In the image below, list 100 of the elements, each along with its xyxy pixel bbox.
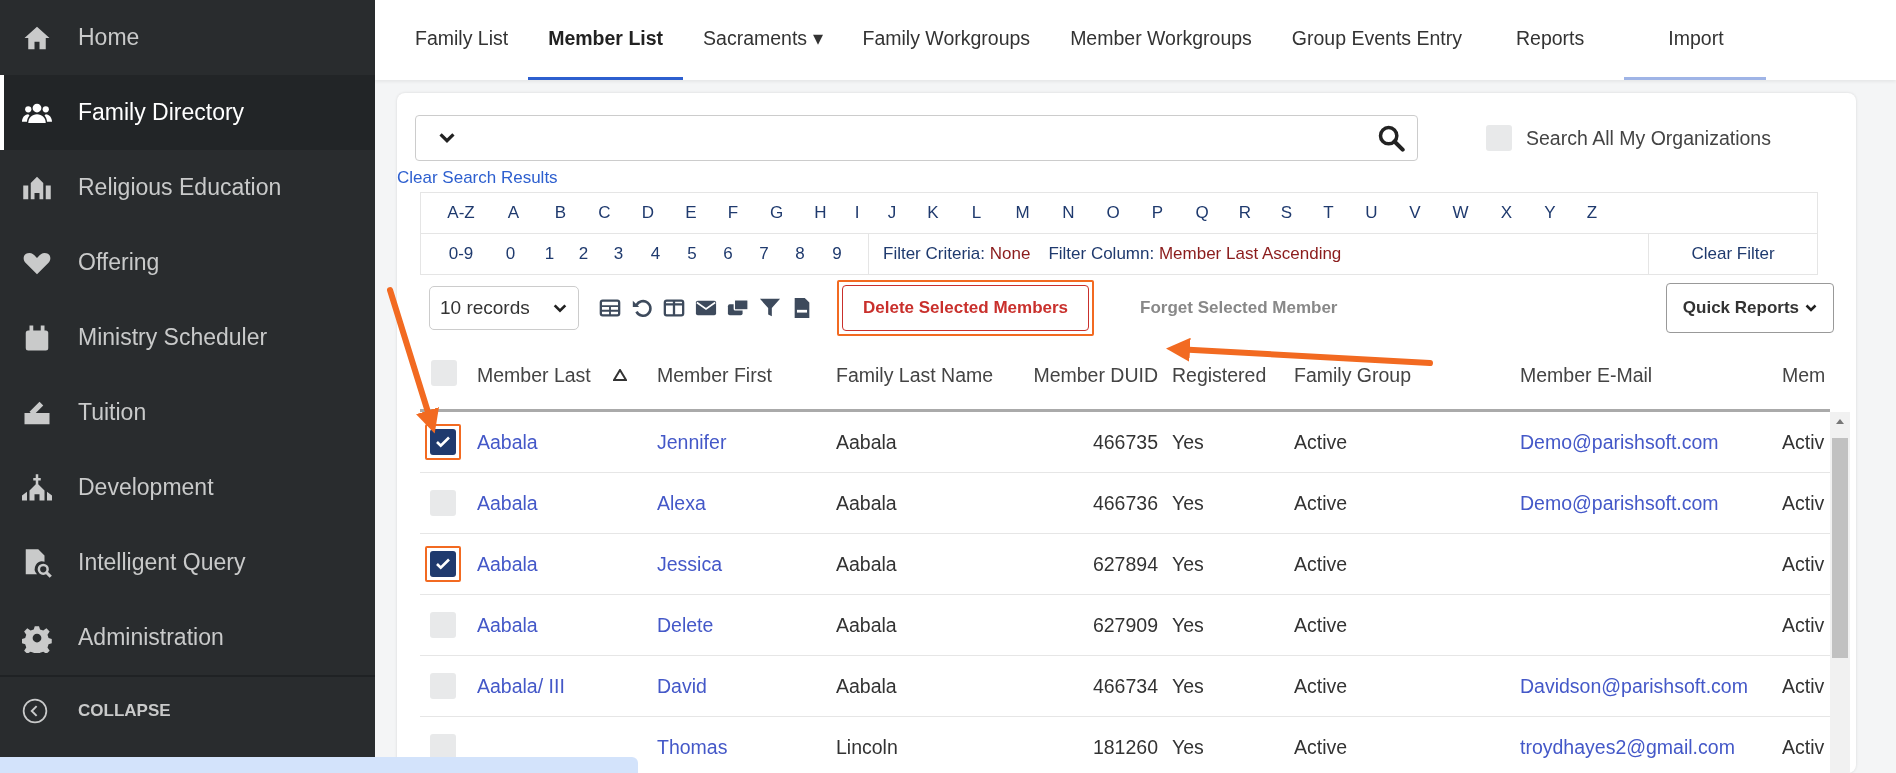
tab[interactable]: Import: [1624, 0, 1766, 80]
letter-filter[interactable]: Z: [1571, 203, 1613, 223]
letter-filter[interactable]: X: [1484, 203, 1529, 223]
letter-filter[interactable]: Q: [1180, 203, 1224, 223]
letter-filter[interactable]: P: [1135, 203, 1180, 223]
sidebar-item[interactable]: Offering: [0, 225, 375, 300]
link[interactable]: troydhayes2@gmail.com: [1520, 735, 1735, 758]
link[interactable]: Demo@parishsoft.com: [1520, 430, 1719, 453]
column-header[interactable]: Member DUID: [1033, 363, 1158, 386]
delete-button[interactable]: Delete Selected Members: [842, 285, 1090, 331]
forget-button[interactable]: Forget Selected Member: [1140, 298, 1338, 318]
letter-filter[interactable]: C: [583, 203, 626, 223]
sidebar-item[interactable]: Development: [0, 450, 375, 525]
tab[interactable]: Group Events Entry: [1271, 0, 1482, 80]
sidebar-item[interactable]: Tuition: [0, 375, 375, 450]
link[interactable]: Davidson@parishsoft.com: [1520, 674, 1748, 697]
table-cell: Yes: [1172, 430, 1204, 453]
sidebar-item[interactable]: Administration: [0, 600, 375, 675]
letter-filter[interactable]: A-Z: [433, 203, 489, 223]
letter-filter[interactable]: W: [1437, 203, 1484, 223]
link[interactable]: Jessica: [657, 552, 723, 575]
sidebar-item[interactable]: Home: [0, 0, 375, 75]
column-header[interactable]: Member E-Mail: [1520, 363, 1653, 386]
table-cell: Activ: [1782, 735, 1825, 758]
link[interactable]: Aabala: [477, 491, 538, 514]
letter-filter[interactable]: V: [1393, 203, 1437, 223]
digit-filter[interactable]: 7: [746, 244, 782, 264]
link[interactable]: Thomas: [657, 735, 728, 758]
letter-filter[interactable]: L: [954, 203, 999, 223]
column-header[interactable]: Member First: [657, 363, 772, 386]
digit-filter[interactable]: 2: [567, 244, 600, 264]
digit-filter[interactable]: 0: [489, 244, 532, 264]
clear-search-link[interactable]: Clear Search Results: [397, 168, 558, 188]
tab[interactable]: Reports: [1482, 0, 1625, 80]
column-header[interactable]: Mem: [1782, 363, 1826, 386]
sidebar-item[interactable]: Ministry Scheduler: [0, 300, 375, 375]
sidebar-item[interactable]: Family Directory: [0, 75, 375, 150]
digit-filter[interactable]: 9: [818, 244, 856, 264]
link[interactable]: Alexa: [657, 491, 706, 514]
quick-reports-button[interactable]: Quick Reports: [1665, 283, 1834, 333]
sidebar-item[interactable]: Intelligent Query: [0, 525, 375, 600]
digit-filter[interactable]: 0-9: [433, 244, 489, 264]
collapse-button[interactable]: COLLAPSE: [0, 675, 375, 745]
scrollbar[interactable]: [1830, 412, 1850, 773]
sidebar-item[interactable]: Religious Education: [0, 150, 375, 225]
undo-icon[interactable]: [631, 297, 653, 319]
search-field[interactable]: [415, 115, 1418, 161]
letter-filter[interactable]: H: [799, 203, 842, 223]
letter-filter[interactable]: F: [712, 203, 754, 223]
table-cell: Aabala: [836, 613, 897, 636]
letter-filter[interactable]: T: [1307, 203, 1350, 223]
letter-filter[interactable]: U: [1350, 203, 1393, 223]
letter-filter[interactable]: S: [1266, 203, 1307, 223]
letter-filter[interactable]: K: [912, 203, 954, 223]
digit-filter[interactable]: 4: [637, 244, 674, 264]
table-cell: Yes: [1172, 552, 1204, 575]
tab[interactable]: Family List: [395, 0, 529, 80]
tab[interactable]: Family Workgroups: [842, 0, 1051, 80]
letter-filter[interactable]: G: [754, 203, 799, 223]
letter-filter[interactable]: A: [489, 203, 538, 223]
link[interactable]: Aabala/ III: [477, 674, 565, 697]
column-header[interactable]: Family Group: [1294, 363, 1412, 386]
letter-filter[interactable]: I: [842, 203, 872, 223]
tab[interactable]: Member Workgroups: [1050, 0, 1272, 80]
column-header[interactable]: Family Last Name: [836, 363, 994, 386]
digit-filter[interactable]: 8: [782, 244, 818, 264]
letter-filter[interactable]: E: [670, 203, 712, 223]
tab[interactable]: Member List: [528, 0, 684, 80]
digit-filter[interactable]: 1: [532, 244, 567, 264]
table-cell: Activ: [1782, 613, 1825, 636]
digit-filter[interactable]: 3: [600, 244, 637, 264]
columns-icon[interactable]: [663, 297, 685, 319]
digit-filter[interactable]: 6: [710, 244, 746, 264]
scrollbar-thumb[interactable]: [1832, 438, 1848, 658]
column-header[interactable]: Member Last: [477, 363, 591, 387]
digit-filter[interactable]: 5: [674, 244, 710, 264]
link[interactable]: Aabala: [477, 552, 538, 575]
letter-filter[interactable]: B: [538, 203, 583, 223]
letter-filter[interactable]: R: [1224, 203, 1266, 223]
letter-filter[interactable]: D: [626, 203, 670, 223]
link[interactable]: David: [657, 674, 707, 697]
table-icon[interactable]: [599, 297, 621, 319]
clear-filter-link[interactable]: Clear Filter: [1648, 234, 1817, 274]
page-size-select[interactable]: 10 records: [429, 286, 579, 330]
letter-filter[interactable]: J: [872, 203, 912, 223]
link[interactable]: Aabala: [477, 430, 538, 453]
row-checkbox[interactable]: [430, 734, 456, 760]
link[interactable]: Delete: [657, 613, 714, 636]
link[interactable]: Demo@parishsoft.com: [1520, 491, 1719, 514]
tab[interactable]: Sacraments ▾: [683, 0, 843, 80]
column-header[interactable]: Registered: [1172, 363, 1267, 386]
table-cell: Aabala: [836, 430, 897, 453]
sort-triangle-icon[interactable]: [612, 369, 627, 381]
letter-filter[interactable]: O: [1091, 203, 1135, 223]
filter-icon[interactable]: [759, 297, 781, 319]
link[interactable]: Jennifer: [657, 430, 727, 453]
letter-filter[interactable]: M: [999, 203, 1046, 223]
letter-filter[interactable]: Y: [1529, 203, 1571, 223]
letter-filter[interactable]: N: [1046, 203, 1091, 223]
link[interactable]: Aabala: [477, 613, 538, 636]
